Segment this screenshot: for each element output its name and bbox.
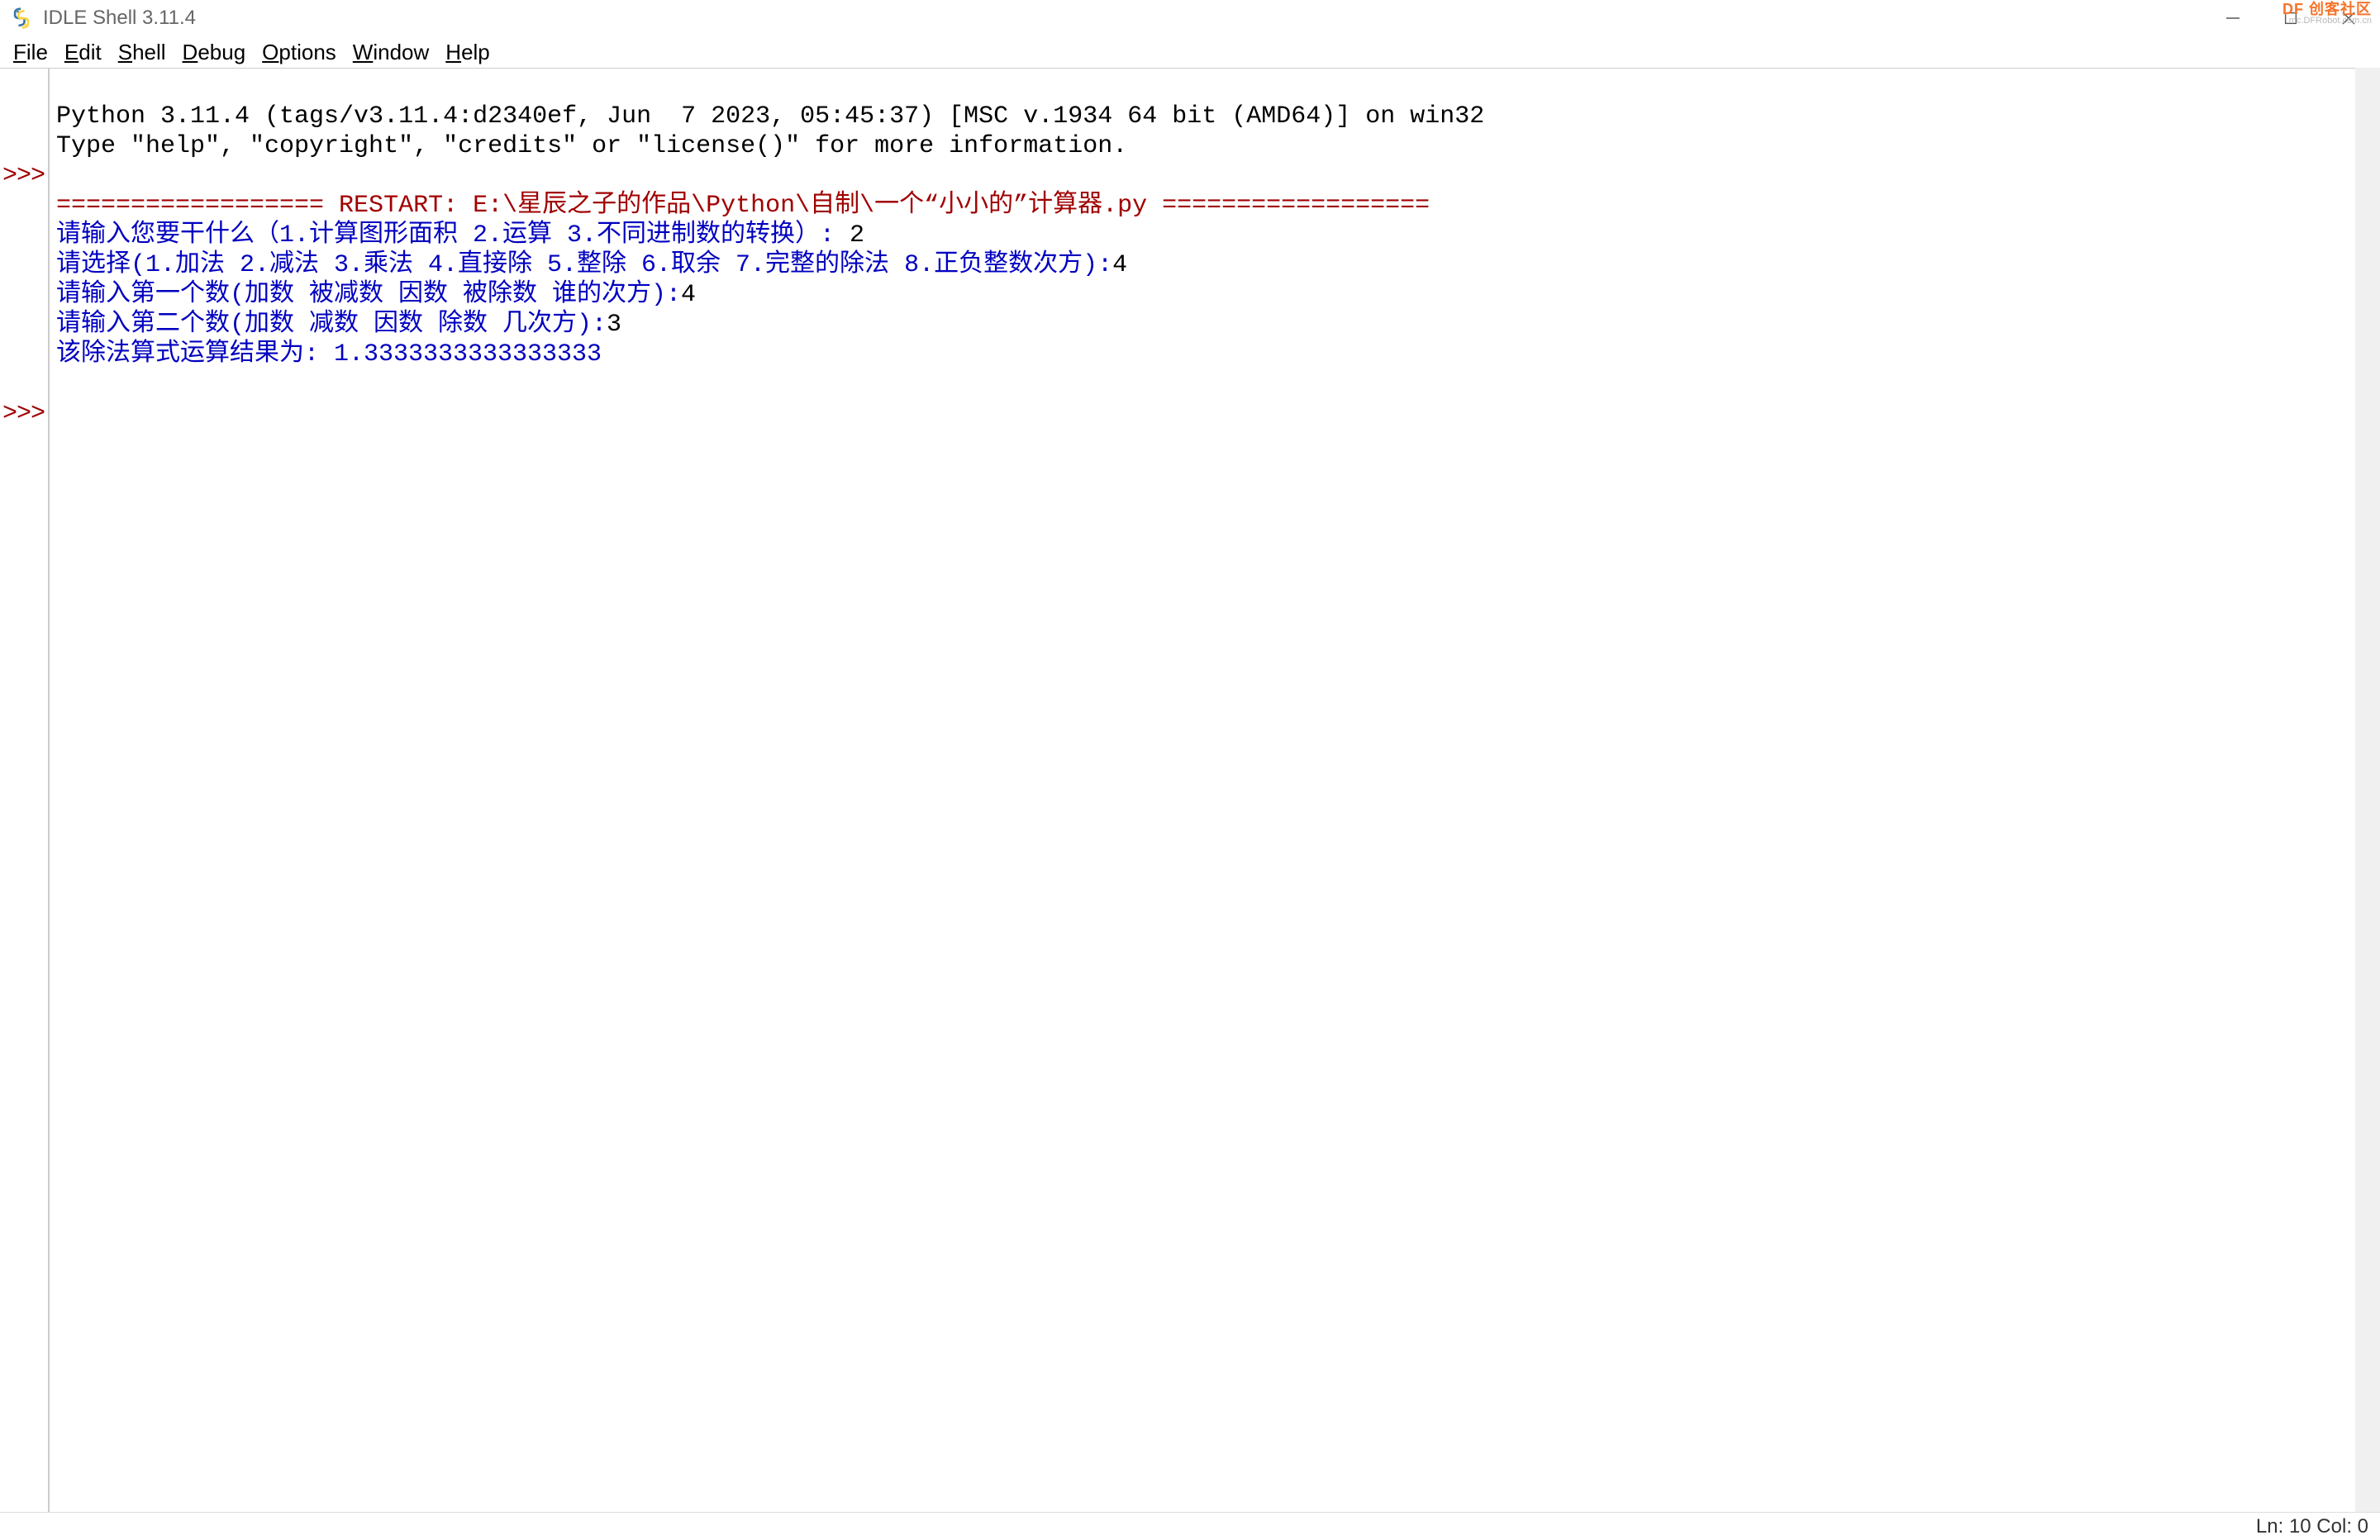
- io-line: 请输入您要干什么（1.计算图形面积 2.运算 3.不同进制数的转换）: 2: [56, 221, 864, 250]
- shell-text-area[interactable]: Python 3.11.4 (tags/v3.11.4:d2340ef, Jun…: [50, 69, 2380, 1512]
- result-line: 该除法算式运算结果为: 1.3333333333333333: [56, 340, 602, 368]
- maximize-button[interactable]: [2276, 3, 2306, 33]
- menu-bar: File Edit Shell Debug Options Window Hel…: [0, 36, 2380, 68]
- window-title: IDLE Shell 3.11.4: [43, 7, 196, 30]
- minimize-button[interactable]: [2218, 3, 2248, 33]
- blank-line: [56, 162, 71, 190]
- gutter-prompt: >>>: [0, 161, 45, 191]
- close-button[interactable]: [2334, 3, 2363, 33]
- menu-debug[interactable]: Debug: [176, 38, 253, 67]
- restart-line: ================== RESTART: E:\星辰之子的作品\P…: [56, 192, 1430, 220]
- menu-shell[interactable]: Shell: [112, 38, 173, 67]
- io-line: 请输入第一个数(加数 被减数 因数 被除数 谁的次方):4: [56, 281, 696, 309]
- menu-window[interactable]: Window: [346, 38, 436, 67]
- io-line: 请输入第二个数(加数 减数 因数 除数 几次方):3: [56, 311, 621, 339]
- idle-app-icon: [8, 5, 35, 31]
- vertical-scrollbar[interactable]: [2355, 68, 2380, 1512]
- io-line: 请选择(1.加法 2.减法 3.乘法 4.直接除 5.整除 6.取余 7.完整的…: [56, 251, 1127, 279]
- cursor-position: Ln: 10 Col: 0: [2256, 1515, 2368, 1538]
- menu-file[interactable]: File: [7, 38, 55, 67]
- status-bar: Ln: 10 Col: 0: [0, 1512, 2380, 1540]
- gutter-prompt: >>>: [0, 399, 45, 429]
- menu-edit[interactable]: Edit: [58, 38, 108, 67]
- title-bar: IDLE Shell 3.11.4 DF 创客社区 mc.DFRobot.com…: [0, 0, 2380, 36]
- banner-line: Python 3.11.4 (tags/v3.11.4:d2340ef, Jun…: [56, 102, 1484, 131]
- prompt-gutter: >>> >>>: [0, 69, 50, 1512]
- window-controls: [2218, 0, 2377, 36]
- menu-help[interactable]: Help: [439, 38, 496, 67]
- banner-line: Type "help", "copyright", "credits" or "…: [56, 132, 1127, 160]
- shell-area: >>> >>> Python 3.11.4 (tags/v3.11.4:d234…: [0, 68, 2380, 1512]
- menu-options[interactable]: Options: [255, 38, 343, 67]
